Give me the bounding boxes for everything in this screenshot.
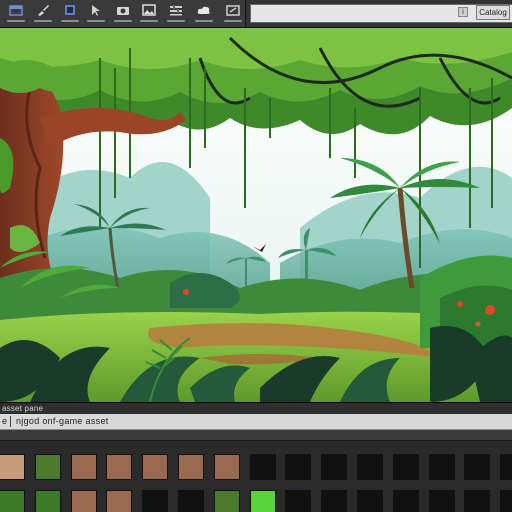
palette-swatch[interactable]	[393, 454, 419, 480]
tab-separator	[10, 416, 11, 427]
catalog-button[interactable]: Catalog	[476, 5, 510, 20]
layers-icon	[64, 5, 75, 15]
asset-tab-bar: e njgod onf-game asset	[0, 414, 512, 430]
panel-title: asset pane	[2, 404, 44, 413]
palette-swatch[interactable]	[250, 490, 276, 512]
palette-swatch[interactable]	[178, 490, 204, 512]
palette-swatch[interactable]	[71, 490, 97, 512]
jungle-artwork	[0, 28, 512, 402]
tool-label	[113, 20, 132, 22]
palette-swatch[interactable]	[393, 490, 419, 512]
tool-label	[223, 20, 242, 22]
palette-swatch[interactable]	[464, 454, 490, 480]
tool-label	[140, 20, 159, 22]
brush-tool[interactable]	[31, 4, 56, 26]
panel-header: asset pane	[0, 402, 512, 414]
window-icon	[9, 5, 24, 16]
palette-swatch[interactable]	[214, 490, 240, 512]
palette-swatch[interactable]	[500, 454, 512, 480]
palette-swatch[interactable]	[321, 490, 347, 512]
settings-tool[interactable]	[164, 4, 189, 26]
sliders-icon	[169, 5, 182, 16]
layers-tool[interactable]	[57, 4, 82, 26]
image-icon	[142, 4, 157, 16]
palette-swatch[interactable]	[0, 490, 25, 512]
palette-swatch[interactable]	[357, 490, 383, 512]
palette-swatch[interactable]	[500, 490, 512, 512]
asset-name[interactable]: njgod onf-game asset	[16, 416, 109, 426]
palette-swatch[interactable]	[250, 454, 276, 480]
scene-canvas[interactable]	[0, 28, 512, 402]
camera-icon	[116, 7, 129, 15]
export-icon	[225, 5, 240, 16]
select-icon	[92, 5, 101, 16]
tool-label	[7, 20, 26, 22]
color-palette	[0, 441, 512, 512]
palette-swatch[interactable]	[106, 490, 132, 512]
brush-icon	[37, 5, 49, 16]
panel-strip	[0, 430, 512, 441]
toolbar-right: i Catalog	[246, 0, 512, 27]
info-badge[interactable]: i	[458, 7, 468, 17]
palette-swatch[interactable]	[106, 454, 132, 480]
image-tool[interactable]	[137, 4, 162, 26]
tab-label[interactable]: e	[2, 416, 7, 426]
palette-swatch[interactable]	[429, 454, 455, 480]
file-tool[interactable]	[4, 4, 29, 26]
cloud-icon	[198, 6, 210, 14]
palette-swatch[interactable]	[357, 454, 383, 480]
cloud-tool[interactable]	[190, 4, 218, 26]
palette-swatch[interactable]	[285, 490, 311, 512]
app-window: i Catalog asset pane e njgod onf-game as…	[0, 0, 512, 512]
palette-swatch[interactable]	[214, 454, 240, 480]
top-toolbar: i Catalog	[0, 0, 512, 28]
palette-swatch[interactable]	[464, 490, 490, 512]
tool-group	[0, 0, 246, 27]
palette-swatch[interactable]	[429, 490, 455, 512]
palette-swatch[interactable]	[71, 454, 97, 480]
select-tool[interactable]	[84, 4, 109, 26]
palette-swatch[interactable]	[142, 454, 168, 480]
tool-label	[60, 20, 79, 22]
export-tool[interactable]	[220, 4, 245, 26]
tool-label	[33, 20, 52, 22]
search-input[interactable]	[250, 4, 512, 23]
palette-swatch[interactable]	[142, 490, 168, 512]
palette-swatch[interactable]	[285, 454, 311, 480]
tool-label	[166, 20, 185, 22]
palette-swatch[interactable]	[321, 454, 347, 480]
tool-label	[87, 20, 106, 22]
palette-swatch[interactable]	[35, 454, 61, 480]
camera-tool[interactable]	[110, 4, 135, 26]
palette-swatch[interactable]	[0, 454, 25, 480]
palette-swatch[interactable]	[35, 490, 61, 512]
tool-label	[195, 20, 214, 22]
palette-swatch[interactable]	[178, 454, 204, 480]
